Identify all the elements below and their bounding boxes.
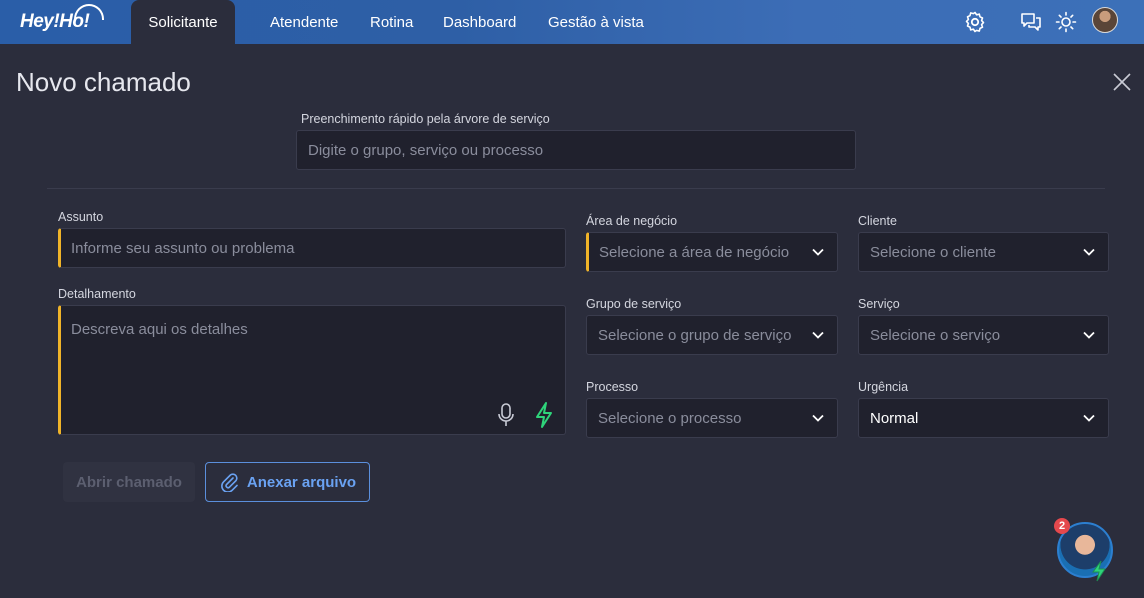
- cliente-label: Cliente: [858, 214, 897, 228]
- cliente-placeholder: Selecione o cliente: [870, 243, 996, 261]
- assunto-input[interactable]: Informe seu assunto ou problema: [58, 228, 566, 268]
- tab-rotina[interactable]: Rotina: [370, 0, 413, 44]
- detalhamento-placeholder: Descreva aqui os detalhes: [71, 321, 248, 338]
- top-nav-bar: Hey!Ho! Solicitante Atendente Rotina Das…: [0, 0, 1144, 44]
- processo-select[interactable]: Selecione o processo: [586, 398, 838, 438]
- lightning-icon[interactable]: [533, 401, 555, 429]
- area-negocio-select[interactable]: Selecione a área de negócio: [586, 232, 838, 272]
- cliente-select[interactable]: Selecione o cliente: [858, 232, 1109, 272]
- assunto-label: Assunto: [58, 210, 104, 224]
- quick-fill-placeholder: Digite o grupo, serviço ou processo: [308, 141, 544, 159]
- chevron-down-icon: [1083, 248, 1095, 256]
- attach-file-button[interactable]: Anexar arquivo: [205, 462, 370, 502]
- logo[interactable]: Hey!Ho!: [20, 4, 104, 35]
- chevron-down-icon: [812, 414, 824, 422]
- area-negocio-label: Área de negócio: [586, 214, 678, 228]
- servico-label: Serviço: [858, 297, 900, 311]
- servico-select[interactable]: Selecione o serviço: [858, 315, 1109, 355]
- area-negocio-placeholder: Selecione a área de negócio: [599, 243, 790, 261]
- gear-icon[interactable]: [963, 10, 987, 34]
- tab-dashboard[interactable]: Dashboard: [443, 0, 516, 44]
- tab-label: Rotina: [370, 13, 414, 31]
- lightning-icon: [1092, 560, 1106, 582]
- quick-fill-input[interactable]: Digite o grupo, serviço ou processo: [296, 130, 856, 170]
- paperclip-icon: [221, 473, 238, 492]
- tab-label: Atendente: [270, 13, 339, 31]
- chevron-down-icon: [1083, 414, 1095, 422]
- tab-label: Gestão à vista: [548, 13, 644, 31]
- tab-solicitante[interactable]: Solicitante: [131, 0, 235, 44]
- open-ticket-label: Abrir chamado: [76, 473, 182, 491]
- chevron-down-icon: [1083, 331, 1095, 339]
- grupo-servico-placeholder: Selecione o grupo de serviço: [598, 326, 792, 344]
- processo-placeholder: Selecione o processo: [598, 409, 742, 427]
- tab-atendente[interactable]: Atendente: [270, 0, 338, 44]
- notification-badge: 2: [1054, 518, 1070, 534]
- detalhamento-textarea[interactable]: Descreva aqui os detalhes: [58, 305, 566, 435]
- tab-label: Solicitante: [148, 13, 218, 31]
- divider: [47, 188, 1105, 189]
- sun-icon[interactable]: [1054, 10, 1078, 34]
- quick-fill-label: Preenchimento rápido pela árvore de serv…: [301, 112, 550, 126]
- urgencia-value: Normal: [870, 409, 919, 427]
- avatar[interactable]: [1092, 7, 1118, 33]
- grupo-servico-label: Grupo de serviço: [586, 297, 682, 311]
- close-icon[interactable]: [1111, 71, 1133, 93]
- open-ticket-button[interactable]: Abrir chamado: [63, 462, 195, 502]
- cloud-icon: [74, 4, 104, 20]
- tab-gestao-a-vista[interactable]: Gestão à vista: [548, 0, 644, 44]
- page-title: Novo chamado: [16, 67, 191, 97]
- detalhamento-label: Detalhamento: [58, 287, 136, 301]
- chevron-down-icon: [812, 248, 824, 256]
- assunto-placeholder: Informe seu assunto ou problema: [71, 239, 295, 257]
- tab-label: Dashboard: [443, 13, 517, 31]
- urgencia-select[interactable]: Normal: [858, 398, 1109, 438]
- chat-icon[interactable]: [1019, 10, 1043, 34]
- grupo-servico-select[interactable]: Selecione o grupo de serviço: [586, 315, 838, 355]
- attach-file-label: Anexar arquivo: [246, 473, 357, 491]
- servico-placeholder: Selecione o serviço: [870, 326, 1001, 344]
- processo-label: Processo: [586, 380, 639, 394]
- urgencia-label: Urgência: [858, 380, 909, 394]
- chevron-down-icon: [812, 331, 824, 339]
- microphone-icon[interactable]: [496, 402, 516, 428]
